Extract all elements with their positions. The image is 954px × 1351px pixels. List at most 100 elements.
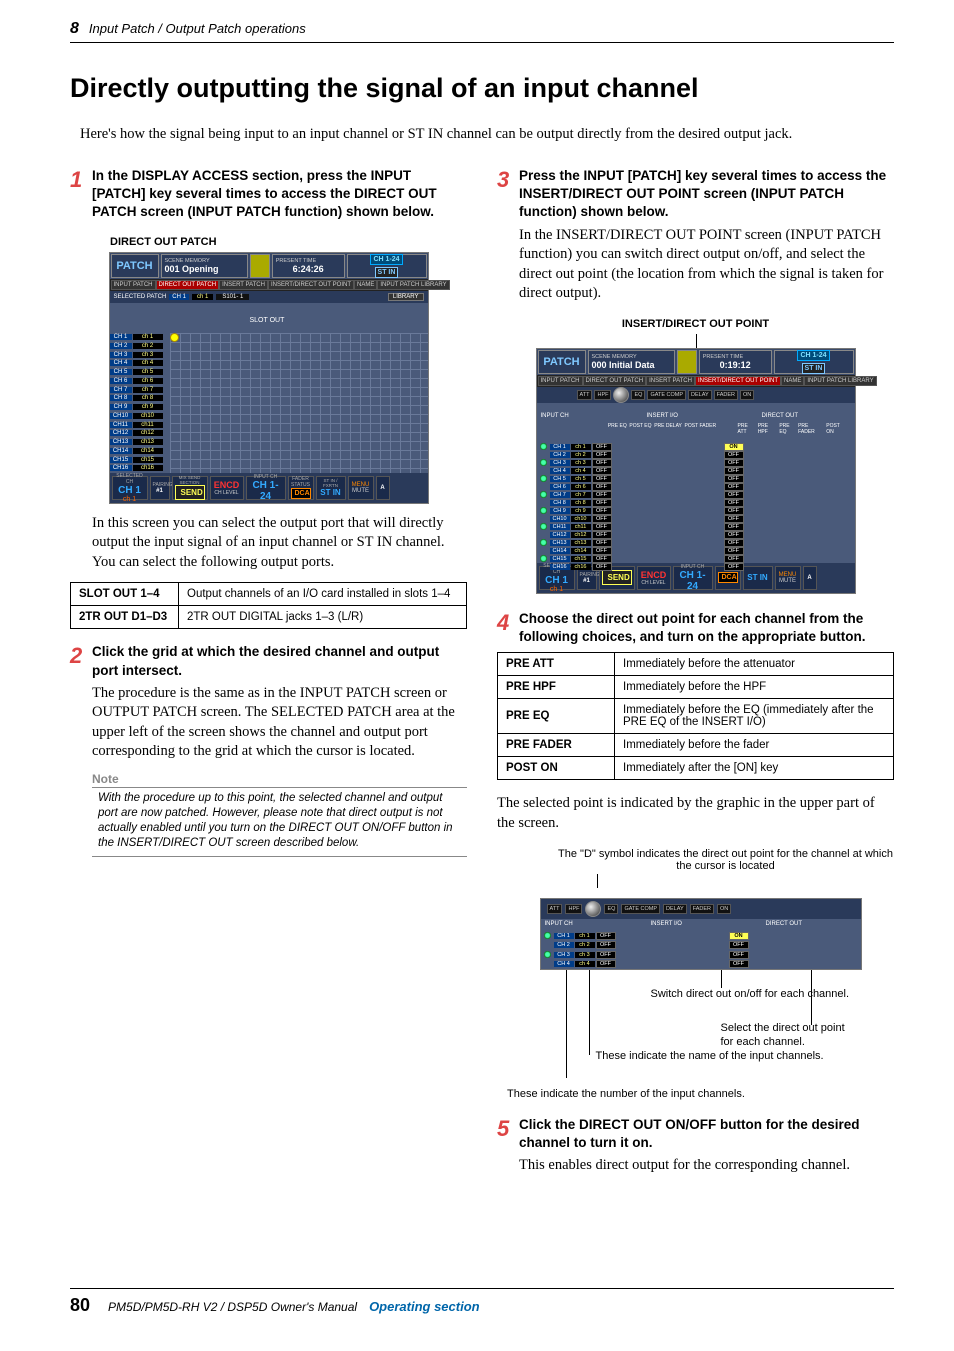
channel-row: CH 2ch 2OFFOFF [537,451,855,459]
pair-icon [539,515,549,523]
step-number: 3 [497,169,519,191]
insert-onoff[interactable]: OFF [592,515,612,523]
pair-icon [539,547,549,555]
direct-out-onoff[interactable]: OFF [729,941,749,949]
channel-row: CH 4ch 4OFFOFF [541,959,861,969]
insert-onoff[interactable]: OFF [596,932,616,940]
chapter-header: 8 Input Patch / Output Patch operations [70,20,894,43]
channel-row: CH12ch12OFFOFF [537,531,855,539]
meter-btn[interactable]: ST IN [802,363,826,374]
insert-onoff[interactable]: OFF [592,483,612,491]
direct-out-onoff[interactable]: OFF [724,555,744,563]
ss-tab[interactable]: NAME [781,376,804,386]
direct-out-onoff[interactable]: OFF [729,951,749,959]
pair-icon [539,443,549,451]
row-name: ch 1 [575,933,595,939]
page-footer: 80 PM5D/PM5D-RH V2 / DSP5D Owner's Manua… [70,1288,894,1316]
channel-row: CH16ch16OFFOFF [537,563,855,571]
grid-row-label: CH 3ch 3 [110,350,170,359]
grid-row-label: CH 7ch 7 [110,385,170,394]
insert-onoff[interactable]: OFF [592,539,612,547]
ss-tab[interactable]: DIRECT OUT PATCH [583,376,647,386]
row-name: ch 6 [571,484,591,490]
grid-row-label: CH 8ch 8 [110,394,170,403]
direct-out-onoff[interactable]: OFF [724,499,744,507]
page-title: Directly outputting the signal of an inp… [70,73,894,104]
row-name: ch 8 [571,500,591,506]
callout-switch-do: Switch direct out on/off for each channe… [651,988,850,1002]
insert-onoff[interactable]: OFF [592,467,612,475]
insert-onoff[interactable]: OFF [592,547,612,555]
row-name: ch 3 [575,952,595,958]
direct-out-onoff[interactable]: OFF [724,531,744,539]
patch-grid[interactable] [170,333,428,473]
direct-out-onoff[interactable]: OFF [724,547,744,555]
ss-time: 0:19:12 [703,360,768,370]
meter-btn[interactable]: CH 1-24 [370,254,402,265]
direct-out-onoff[interactable]: OFF [724,491,744,499]
direct-out-onoff[interactable]: OFF [724,539,744,547]
direct-out-onoff[interactable]: OFF [724,459,744,467]
row-name: ch10 [571,516,591,522]
note-text: With the procedure up to this point, the… [92,791,467,851]
library-button[interactable]: LIBRARY [388,293,424,301]
ss-tab[interactable]: INPUT PATCH LIBRARY [804,376,876,386]
pair-icon [543,951,553,959]
meter-btn[interactable]: ST IN [375,267,399,278]
ss-tab[interactable]: INPUT PATCH [111,280,156,290]
step-body: This enables direct output for the corre… [519,1156,894,1176]
insert-onoff[interactable]: OFF [592,475,612,483]
direct-out-onoff[interactable]: OFF [724,563,744,571]
direct-out-onoff[interactable]: OFF [724,507,744,515]
ss-tab[interactable]: INPUT PATCH [538,376,583,386]
insert-onoff[interactable]: OFF [592,507,612,515]
step-title: Click the grid at which the desired chan… [92,643,467,679]
insert-onoff[interactable]: OFF [592,555,612,563]
table-cell: SLOT OUT 1–4 [71,583,179,606]
direct-out-onoff[interactable]: ON [724,443,744,451]
insert-onoff[interactable]: OFF [596,960,616,968]
ss-tab[interactable]: NAME [354,280,377,290]
ss-tab[interactable]: INPUT PATCH LIBRARY [377,280,449,290]
ss-tab[interactable]: INSERT PATCH [219,280,268,290]
after-table2-text: The selected point is indicated by the g… [497,794,894,833]
channel-row: CH 8ch 8OFFOFF [537,499,855,507]
ss-tab[interactable]: INSERT PATCH [646,376,695,386]
insert-onoff[interactable]: OFF [592,459,612,467]
direct-out-onoff[interactable]: OFF [729,960,749,968]
insert-onoff[interactable]: OFF [592,491,612,499]
insert-onoff[interactable]: OFF [592,531,612,539]
pair-icon [539,499,549,507]
insert-onoff[interactable]: OFF [592,563,612,571]
ss-tab[interactable]: DIRECT OUT PATCH [156,280,220,290]
direct-out-onoff[interactable]: OFF [724,475,744,483]
direct-out-onoff[interactable]: OFF [724,467,744,475]
direct-out-onoff[interactable]: OFF [724,523,744,531]
row-name: ch 2 [571,452,591,458]
ss-data: 000 Initial Data [592,360,671,370]
step-number: 5 [497,1118,519,1140]
row-ch: CH 4 [554,961,574,967]
insert-onoff[interactable]: OFF [592,499,612,507]
row-name: ch14 [571,548,591,554]
direct-out-onoff[interactable]: OFF [724,451,744,459]
ss-tabs: INPUT PATCH DIRECT OUT PATCH INSERT PATC… [110,279,428,291]
grid-row-label: CH16ch16 [110,464,170,473]
grid-row-label: CH 4ch 4 [110,359,170,368]
insert-onoff[interactable]: OFF [592,451,612,459]
insert-onoff[interactable]: OFF [596,951,616,959]
ss-tab[interactable]: INSERT/DIRECT OUT POINT [268,280,354,290]
direct-out-onoff[interactable]: OFF [724,515,744,523]
meter-btn[interactable]: CH 1-24 [797,350,829,361]
insert-onoff[interactable]: OFF [592,523,612,531]
direct-out-onoff[interactable]: ON [729,932,749,940]
pair-icon [539,531,549,539]
send-button[interactable]: SEND [175,485,205,500]
insert-onoff[interactable]: OFF [596,941,616,949]
note-block: Note With the procedure up to this point… [92,772,467,857]
direct-out-onoff[interactable]: OFF [724,483,744,491]
row-ch: CH 4 [550,468,570,474]
row-ch: CH 9 [550,508,570,514]
insert-onoff[interactable]: OFF [592,443,612,451]
ss-tab[interactable]: INSERT/DIRECT OUT POINT [695,376,781,386]
